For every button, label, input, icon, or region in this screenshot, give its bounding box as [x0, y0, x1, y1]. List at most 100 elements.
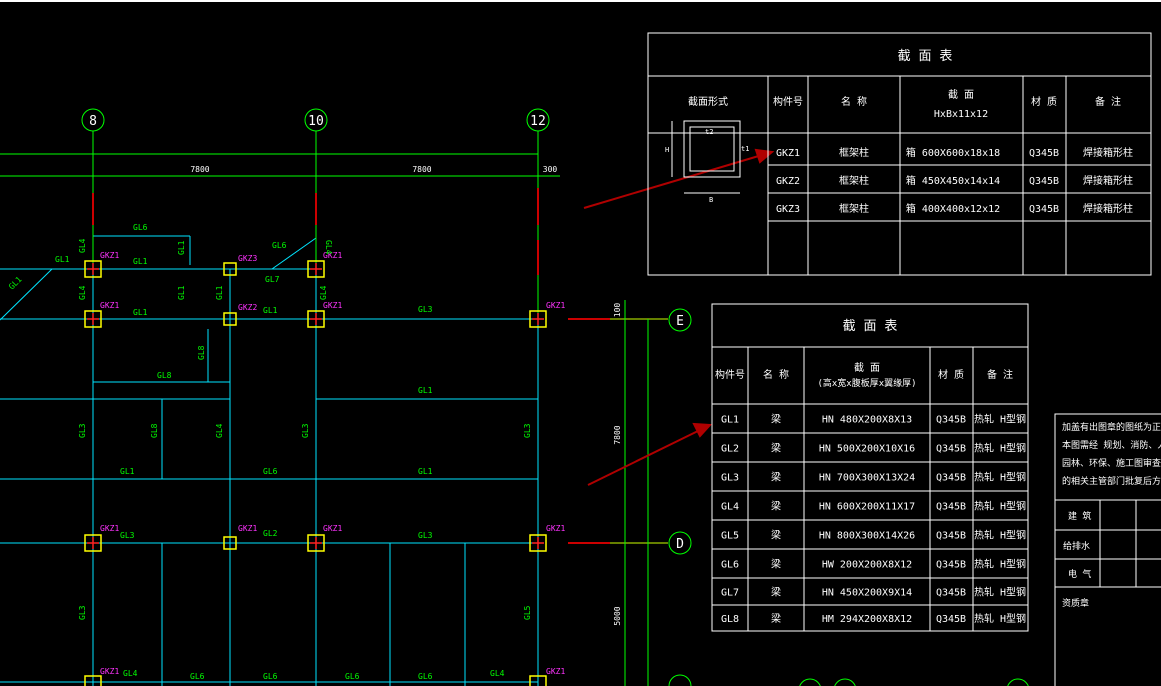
svg-text:Q345B: Q345B [1029, 204, 1059, 215]
svg-text:GL3: GL3 [418, 531, 433, 540]
svg-text:框架柱: 框架柱 [839, 174, 869, 187]
beam-row-note: 热轧 H型钢 [974, 558, 1026, 571]
svg-text:Q345B: Q345B [1029, 148, 1059, 159]
svg-text:焊接箱形柱: 焊接箱形柱 [1083, 174, 1133, 187]
beam-row-id: GL2 [721, 444, 739, 455]
svg-text:GL2: GL2 [263, 529, 278, 538]
svg-text:GL4: GL4 [215, 423, 224, 438]
beam-row-mat: Q345B [936, 531, 966, 542]
dim-300: 300 [543, 165, 558, 174]
svg-text:GKZ1: GKZ1 [100, 524, 119, 533]
svg-text:材 质: 材 质 [1031, 95, 1057, 108]
svg-text:截 面: 截 面 [948, 88, 974, 101]
title-block-text: 加盖有出图章的图纸为正式施工 本图需经 规划、消防、人防、 园林、环保、施工图审… [1062, 421, 1161, 609]
dim-100: 100 [613, 303, 622, 318]
beam-row-mat: Q345B [936, 473, 966, 484]
svg-text:GKZ1: GKZ1 [238, 524, 257, 533]
svg-text:备 注: 备 注 [1095, 95, 1121, 108]
svg-text:GL6: GL6 [263, 672, 278, 681]
beam-row-mat: Q345B [936, 415, 966, 426]
svg-text:GL3: GL3 [78, 423, 87, 438]
svg-text:GL6: GL6 [345, 672, 360, 681]
svg-text:GL3: GL3 [418, 305, 433, 314]
cad-drawing-canvas[interactable]: 8 10 12 E D 7800 7800 300 100 7800 5000 [0, 0, 1161, 686]
beam-row-mat: Q345B [936, 444, 966, 455]
svg-text:GKZ1: GKZ1 [323, 524, 342, 533]
svg-text:名 称: 名 称 [763, 368, 789, 381]
svg-text:GL1: GL1 [177, 240, 186, 255]
svg-text:GL3: GL3 [523, 423, 532, 438]
arrow-to-beam-table [587, 429, 701, 486]
beam-row-name: 梁 [771, 413, 781, 426]
axis-bubble-partial-c [668, 674, 692, 686]
svg-text:框架柱: 框架柱 [839, 146, 869, 159]
axis-bubble-8: 8 [81, 108, 105, 132]
svg-text:GKZ1: GKZ1 [776, 148, 800, 159]
svg-text:GL1: GL1 [7, 275, 24, 292]
beam-row-mat: Q345B [936, 614, 966, 625]
svg-text:的相关主管部门批复后方可施工: 的相关主管部门批复后方可施工 [1062, 475, 1161, 487]
svg-text:GKZ1: GKZ1 [546, 524, 565, 533]
svg-text:GL1: GL1 [263, 306, 278, 315]
svg-text:GKZ1: GKZ1 [323, 301, 342, 310]
beam-row-note: 热轧 H型钢 [974, 413, 1026, 426]
svg-text:HxBx11x12: HxBx11x12 [934, 109, 988, 120]
column-gkz1 [84, 534, 102, 552]
beam-row-id: GL1 [721, 415, 739, 426]
svg-text:GL8: GL8 [197, 345, 206, 360]
column-labels: GKZ1 GKZ3 GKZ1 GKZ1 GKZ2 GKZ1 GKZ1 GKZ1 … [100, 251, 565, 676]
column-gkz1 [529, 534, 547, 552]
beam-row-name: 梁 [771, 442, 781, 455]
svg-text:加盖有出图章的图纸为正式施工: 加盖有出图章的图纸为正式施工 [1062, 421, 1161, 433]
arrow-to-column-table [583, 154, 763, 209]
column-gkz1 [307, 534, 325, 552]
svg-text:B: B [709, 196, 713, 204]
beam-row-mat: Q345B [936, 502, 966, 513]
svg-text:GL1: GL1 [418, 386, 433, 395]
beam-row-note: 热轧 H型钢 [974, 471, 1026, 484]
svg-text:GL4: GL4 [319, 285, 328, 300]
svg-text:GL3: GL3 [301, 423, 310, 438]
beam-row-sec: HN 500X200X10X16 [819, 444, 915, 455]
svg-text:框架柱: 框架柱 [839, 202, 869, 215]
svg-text:GL4: GL4 [78, 238, 87, 253]
beam-row-sec: HN 480X200X8X13 [822, 415, 912, 426]
svg-text:8: 8 [89, 114, 97, 129]
svg-text:GKZ1: GKZ1 [546, 667, 565, 676]
beam-row-mat: Q345B [936, 588, 966, 599]
svg-text:电 气: 电 气 [1068, 568, 1091, 580]
beam-row-note: 热轧 H型钢 [974, 442, 1026, 455]
svg-text:GL1: GL1 [133, 257, 148, 266]
svg-text:GL1: GL1 [215, 285, 224, 300]
axis-bubble-10: 10 [304, 108, 328, 132]
beam-row-id: GL5 [721, 531, 739, 542]
svg-text:t1: t1 [741, 145, 749, 153]
column-gkz1 [307, 260, 325, 278]
svg-text:E: E [676, 314, 684, 329]
svg-text:箱 400X400x12x12: 箱 400X400x12x12 [906, 202, 1000, 215]
beam-row-id: GL7 [721, 588, 739, 599]
svg-text:GKZ1: GKZ1 [546, 301, 565, 310]
axis-bubble-12: 12 [526, 108, 550, 132]
beam-row-sec: HN 600X200X11X17 [819, 502, 915, 513]
svg-text:箱 450X450x14x14: 箱 450X450x14x14 [906, 174, 1000, 187]
svg-text:焊接箱形柱: 焊接箱形柱 [1083, 202, 1133, 215]
beam-row-note: 热轧 H型钢 [974, 500, 1026, 513]
svg-text:GL8: GL8 [157, 371, 172, 380]
svg-text:构件号: 构件号 [773, 95, 803, 108]
svg-text:GL6: GL6 [263, 467, 278, 476]
beam-row-mat: Q345B [936, 560, 966, 571]
svg-text:GL4: GL4 [324, 240, 333, 255]
svg-text:GKZ1: GKZ1 [100, 251, 119, 260]
svg-text:本图需经 规划、消防、人防、: 本图需经 规划、消防、人防、 [1062, 439, 1161, 451]
beam-row-name: 梁 [771, 529, 781, 542]
column-gkz1 [307, 310, 325, 328]
svg-text:给排水: 给排水 [1063, 540, 1090, 552]
dim-7800-v: 7800 [613, 425, 622, 444]
svg-text:建 筑: 建 筑 [1068, 510, 1091, 522]
axis-bubble-partial-3 [1007, 678, 1029, 686]
svg-text:t2: t2 [705, 128, 713, 136]
svg-text:GL8: GL8 [150, 423, 159, 438]
svg-text:GL1: GL1 [120, 467, 135, 476]
svg-text:GL4: GL4 [490, 669, 505, 678]
